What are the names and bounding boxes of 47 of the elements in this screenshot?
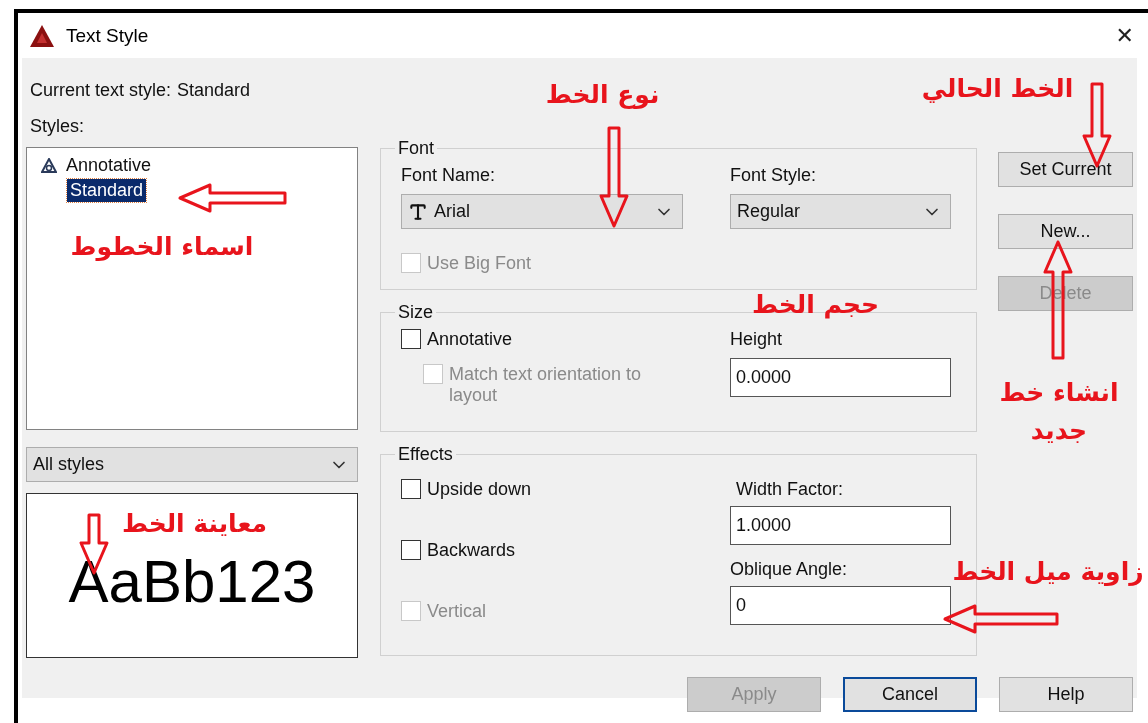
- checkbox-label: Backwards: [427, 540, 516, 561]
- style-item[interactable]: Annotative: [63, 154, 155, 177]
- close-button[interactable]: ✕: [1111, 23, 1138, 48]
- checkbox-label: Upside down: [427, 479, 532, 500]
- arrow-icon: [600, 128, 628, 226]
- current-style-label: Current text style:: [30, 80, 172, 102]
- checkbox[interactable]: [401, 479, 421, 499]
- field-label: Font Name:: [401, 165, 497, 186]
- annotation-text: الخط الحالي: [920, 73, 1075, 105]
- oblique-angle-input[interactable]: 0: [730, 586, 951, 625]
- font-type-icon: [408, 201, 428, 222]
- width-factor-input[interactable]: 1.0000: [730, 506, 951, 545]
- arrow-icon: [945, 605, 1057, 633]
- dialog-button[interactable]: Cancel: [843, 677, 977, 712]
- height-input[interactable]: 0.0000: [730, 358, 951, 397]
- group-title: Font: [397, 138, 436, 159]
- annotation-text: حجم الخط: [750, 289, 881, 321]
- style-item[interactable]: Standard: [67, 179, 147, 202]
- side-button[interactable]: Set Current: [998, 152, 1133, 187]
- checkbox-label: Vertical: [427, 601, 487, 622]
- styles-label: Styles:: [30, 116, 86, 137]
- group-title: Effects: [397, 444, 454, 465]
- preview-text: AaBb123: [68, 547, 316, 616]
- field-label: Font Style:: [730, 165, 818, 186]
- checkbox-label: Match text orientation to layout: [449, 364, 643, 406]
- font-style-dropdown[interactable]: Regular: [730, 194, 951, 229]
- app-logo-icon: [30, 24, 54, 47]
- current-style-value: Standard: [177, 80, 251, 102]
- annotation-text: انشاء خط جديد: [998, 377, 1120, 447]
- arrow-icon: [180, 184, 285, 212]
- checkbox[interactable]: [401, 540, 421, 560]
- checkbox[interactable]: [401, 329, 421, 349]
- window-title: Text Style: [66, 24, 149, 47]
- font-name-dropdown[interactable]: Arial: [401, 194, 683, 229]
- style-filter-dropdown[interactable]: All styles: [26, 447, 358, 482]
- annotation-text: اسماء الخطوط: [69, 231, 255, 263]
- checkbox-label: Annotative: [427, 329, 513, 350]
- field-label: Oblique Angle:: [730, 558, 849, 580]
- annotation-text: نوع الخط: [544, 79, 661, 111]
- group-title: Size: [397, 302, 434, 323]
- side-button[interactable]: New...: [998, 214, 1133, 249]
- checkbox-label: Use Big Font: [427, 253, 532, 274]
- dialog-button[interactable]: Help: [999, 677, 1133, 712]
- annotation-text: معاينة الخط: [120, 508, 269, 540]
- field-label: Width Factor:: [735, 478, 845, 500]
- annotation-text: زاوية ميل الخط: [951, 556, 1145, 588]
- field-label: Height: [730, 329, 784, 350]
